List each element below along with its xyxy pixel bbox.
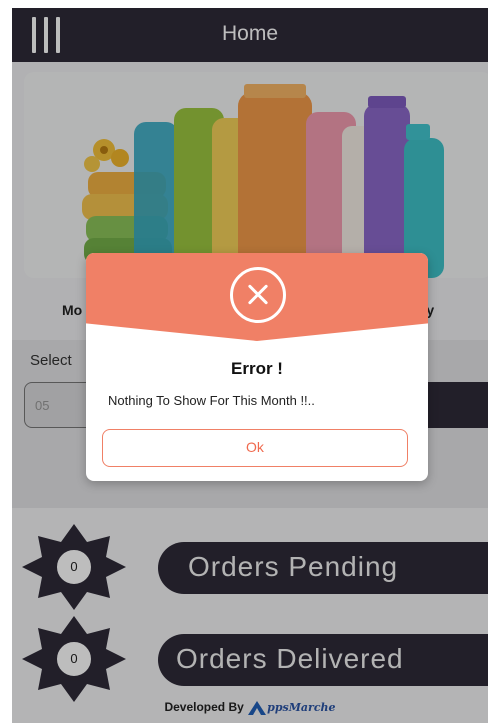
dialog-header bbox=[86, 253, 428, 341]
app-screen: Home Mo Select 05 0 Orders Pending 0 Ord… bbox=[12, 8, 488, 723]
dialog-title: Error ! bbox=[231, 359, 283, 378]
error-dialog: Error ! Nothing To Show For This Month !… bbox=[86, 253, 428, 481]
close-circle-icon bbox=[230, 267, 286, 323]
dialog-message: Nothing To Show For This Month !!.. bbox=[108, 393, 315, 408]
ok-button[interactable]: Ok bbox=[102, 429, 408, 467]
